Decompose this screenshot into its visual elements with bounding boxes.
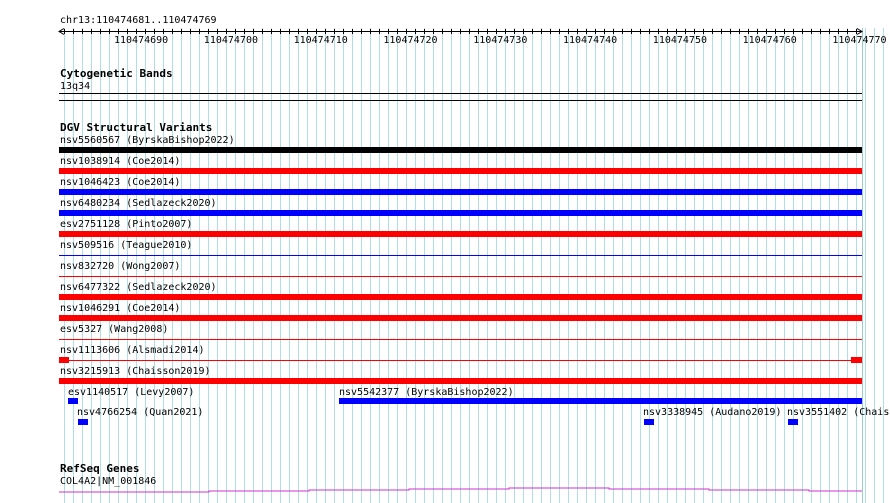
dgv-feature-intron-line[interactable] — [69, 360, 851, 361]
dgv-feature-label: nsv6480234 (Sedlazeck2020) — [60, 198, 217, 209]
dgv-feature-label: esv1140517 (Levy2007) — [68, 387, 195, 398]
dgv-feature-label: nsv4766254 (Quan2021) — [77, 407, 204, 418]
dgv-feature-label: nsv1113606 (Alsmadi2014) — [60, 345, 205, 356]
cytoband-label: 13q34 — [60, 81, 91, 92]
dgv-feature-bar[interactable] — [59, 315, 862, 321]
dgv-feature-bar[interactable] — [59, 255, 862, 256]
ruler-tick-label: 110474770 — [832, 35, 887, 46]
dgv-feature-bar[interactable] — [59, 339, 862, 340]
dgv-feature-block[interactable] — [851, 357, 862, 363]
dgv-feature-bar[interactable] — [59, 147, 862, 153]
track-divider — [59, 100, 862, 101]
dgv-feature-label: nsv3215913 (Chaisson2019) — [60, 366, 211, 377]
dgv-feature-bar[interactable] — [59, 231, 862, 237]
dgv-feature-label: nsv509516 (Teague2010) — [60, 240, 193, 251]
dgv-feature-label: nsv3338945 (Audano2019) — [643, 407, 782, 418]
ruler-tick-label: 110474760 — [742, 35, 797, 46]
dgv-feature-bar[interactable] — [339, 398, 862, 404]
refseq-gene-line[interactable] — [59, 485, 863, 497]
ruler-tick-label: 110474690 — [114, 35, 169, 46]
dgv-feature-bar[interactable] — [59, 168, 862, 174]
dgv-feature-bar[interactable] — [78, 419, 88, 425]
dgv-feature-bar[interactable] — [59, 378, 862, 384]
dgv-feature-label: nsv1046423 (Coe2014) — [60, 177, 181, 188]
ruler-tick-label: 110474720 — [383, 35, 438, 46]
dgv-feature-label: nsv1038914 (Coe2014) — [60, 156, 181, 167]
dgv-track-title[interactable]: DGV Structural Variants — [60, 122, 212, 133]
dgv-feature-bar[interactable] — [644, 419, 654, 425]
cytoband-bar[interactable] — [59, 93, 862, 94]
dgv-feature-label: nsv1046291 (Coe2014) — [60, 303, 181, 314]
dgv-feature-bar[interactable] — [59, 210, 862, 216]
refseq-track-title[interactable]: RefSeq Genes — [60, 463, 139, 474]
location-label: chr13:110474681..110474769 — [60, 15, 217, 26]
ruler-tick-label: 110474710 — [293, 35, 348, 46]
dgv-feature-bar[interactable] — [59, 189, 862, 195]
dgv-feature-label: nsv5542377 (ByrskaBishop2022) — [339, 387, 514, 398]
dgv-feature-bar[interactable] — [788, 419, 798, 425]
ruler-tick-label: 110474730 — [473, 35, 528, 46]
dgv-feature-label: nsv5560567 (ByrskaBishop2022) — [60, 135, 235, 146]
dgv-feature-bar[interactable] — [68, 398, 78, 404]
dgv-feature-label: nsv3551402 (Chais — [787, 407, 890, 418]
ruler-tick-label: 110474750 — [652, 35, 707, 46]
ruler-tick-label: 110474740 — [563, 35, 618, 46]
dgv-feature-bar[interactable] — [59, 294, 862, 300]
dgv-feature-label: esv2751128 (Pinto2007) — [60, 219, 193, 230]
dgv-feature-label: nsv6477322 (Sedlazeck2020) — [60, 282, 217, 293]
cytoband-track-title[interactable]: Cytogenetic Bands — [60, 68, 173, 79]
dgv-feature-label: esv5327 (Wang2008) — [60, 324, 169, 335]
dgv-feature-bar[interactable] — [59, 276, 862, 277]
dgv-feature-label: nsv832720 (Wong2007) — [60, 261, 181, 272]
dgv-feature-block[interactable] — [59, 357, 69, 363]
ruler-tick-label: 110474700 — [203, 35, 258, 46]
